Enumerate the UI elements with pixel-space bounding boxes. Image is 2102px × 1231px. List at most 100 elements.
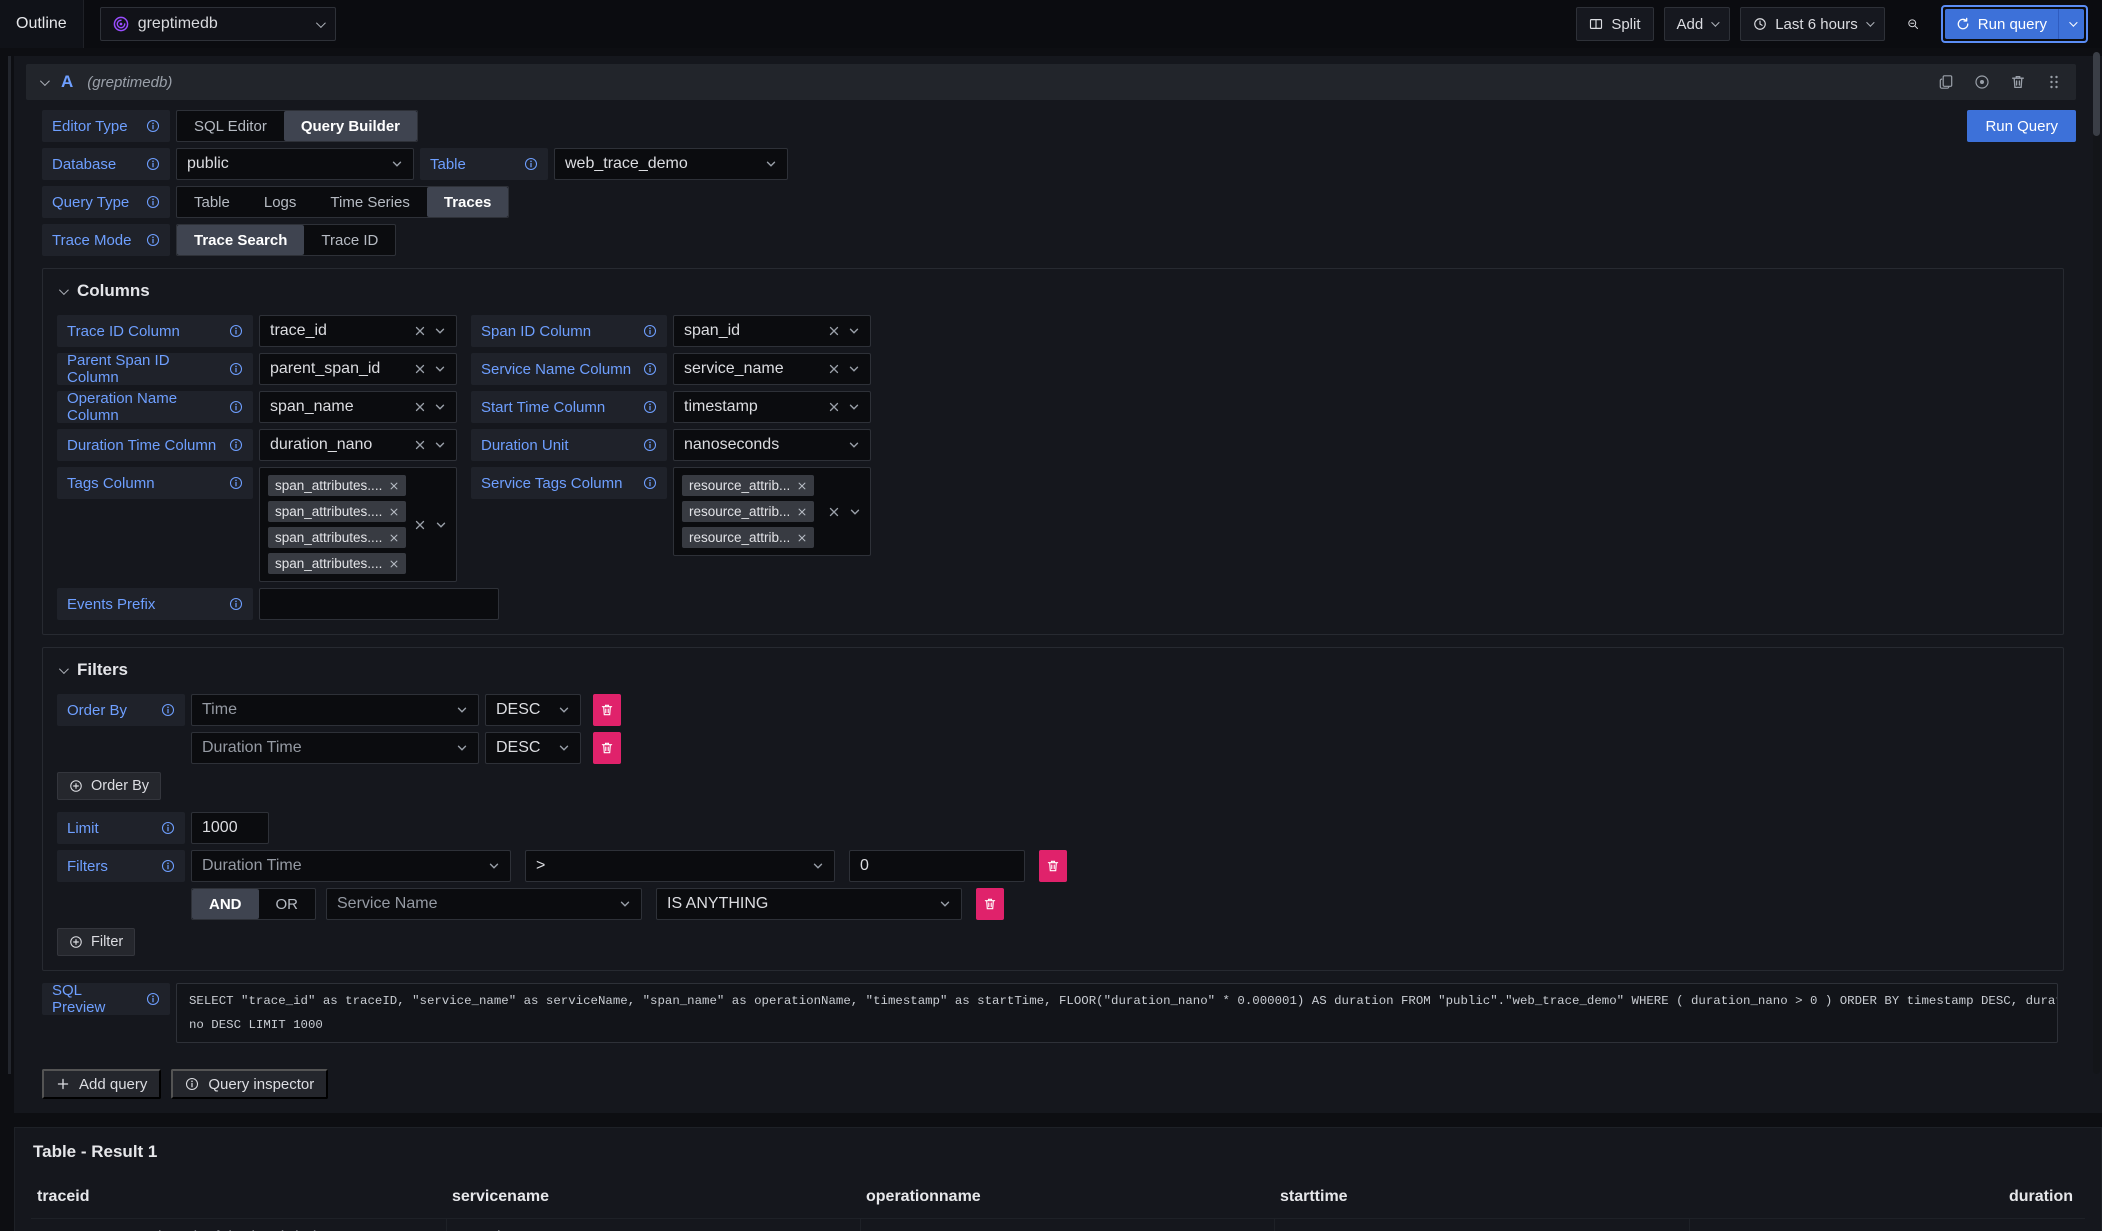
info-icon[interactable] bbox=[524, 157, 538, 171]
info-icon[interactable] bbox=[229, 362, 243, 376]
traceid-link[interactable]: 3768831301ea0d65adaef8b9da1cbded bbox=[31, 1219, 446, 1231]
add-filter-button[interactable]: Filter bbox=[57, 928, 135, 956]
info-icon[interactable] bbox=[161, 821, 175, 835]
info-icon[interactable] bbox=[146, 195, 160, 209]
order-by-field-select[interactable]: Time bbox=[191, 694, 479, 726]
remove-tag-icon[interactable] bbox=[389, 481, 399, 491]
clear-icon[interactable] bbox=[414, 401, 426, 413]
option-logs[interactable]: Logs bbox=[247, 187, 314, 217]
span-id-column-select[interactable]: span_id bbox=[673, 315, 871, 347]
option-trace-id[interactable]: Trace ID bbox=[304, 225, 395, 255]
drag-handle-icon[interactable] bbox=[2046, 74, 2062, 90]
scrollbar[interactable] bbox=[2093, 52, 2100, 1074]
clear-all-icon[interactable] bbox=[828, 506, 840, 518]
run-query-button-inline[interactable]: Run Query bbox=[1967, 110, 2076, 142]
filters-section-header[interactable]: Filters bbox=[59, 660, 2049, 680]
remove-tag-icon[interactable] bbox=[389, 533, 399, 543]
clear-icon[interactable] bbox=[828, 401, 840, 413]
clear-all-icon[interactable] bbox=[414, 519, 426, 531]
info-icon[interactable] bbox=[643, 438, 657, 452]
query-row-header[interactable]: A (greptimedb) bbox=[26, 64, 2076, 100]
delete-query-icon[interactable] bbox=[2010, 74, 2026, 90]
info-icon[interactable] bbox=[161, 703, 175, 717]
run-query-button[interactable]: Run query bbox=[1945, 9, 2058, 39]
duration-unit-select[interactable]: nanoseconds bbox=[673, 429, 871, 461]
filter-field-select[interactable]: Service Name bbox=[326, 888, 642, 920]
info-icon[interactable] bbox=[229, 438, 243, 452]
clear-icon[interactable] bbox=[414, 325, 426, 337]
clear-icon[interactable] bbox=[828, 363, 840, 375]
toggle-visibility-icon[interactable] bbox=[1974, 74, 1990, 90]
filter-field-select[interactable]: Duration Time bbox=[191, 850, 511, 882]
events-prefix-input[interactable] bbox=[259, 588, 499, 620]
columns-section-header[interactable]: Columns bbox=[59, 281, 2049, 301]
duration-time-column-select[interactable]: duration_nano bbox=[259, 429, 457, 461]
clear-icon[interactable] bbox=[414, 363, 426, 375]
scrollbar-thumb[interactable] bbox=[2093, 52, 2100, 136]
option-or[interactable]: OR bbox=[259, 889, 316, 919]
info-icon[interactable] bbox=[229, 324, 243, 338]
order-by-direction-select[interactable]: DESC bbox=[485, 694, 581, 726]
database-select[interactable]: public bbox=[176, 148, 414, 180]
clear-icon[interactable] bbox=[414, 439, 426, 451]
column-header-duration[interactable]: duration bbox=[1689, 1180, 2085, 1219]
trace-id-column-select[interactable]: trace_id bbox=[259, 315, 457, 347]
add-button[interactable]: Add bbox=[1664, 7, 1731, 41]
option-query-builder[interactable]: Query Builder bbox=[284, 111, 417, 141]
info-icon[interactable] bbox=[643, 400, 657, 414]
table-select[interactable]: web_trace_demo bbox=[554, 148, 788, 180]
split-button[interactable]: Split bbox=[1576, 7, 1653, 41]
run-query-interval-caret[interactable] bbox=[2058, 9, 2084, 39]
datasource-picker[interactable]: greptimedb bbox=[100, 7, 336, 41]
column-header-servicename[interactable]: servicename bbox=[446, 1180, 860, 1219]
service-name-column-select[interactable]: service_name bbox=[673, 353, 871, 385]
info-icon[interactable] bbox=[161, 859, 175, 873]
info-icon[interactable] bbox=[643, 476, 657, 490]
remove-tag-icon[interactable] bbox=[797, 507, 807, 517]
add-order-by-button[interactable]: Order By bbox=[57, 772, 161, 800]
operation-name-column-select[interactable]: span_name bbox=[259, 391, 457, 423]
info-icon[interactable] bbox=[146, 119, 160, 133]
info-icon[interactable] bbox=[229, 400, 243, 414]
option-table[interactable]: Table bbox=[177, 187, 247, 217]
tags-column-multiselect[interactable]: span_attributes.... span_attributes.... … bbox=[259, 467, 457, 582]
remove-order-by-button[interactable] bbox=[593, 694, 621, 726]
remove-tag-icon[interactable] bbox=[797, 533, 807, 543]
clear-icon[interactable] bbox=[828, 325, 840, 337]
option-time-series[interactable]: Time Series bbox=[313, 187, 426, 217]
info-icon[interactable] bbox=[146, 157, 160, 171]
option-and[interactable]: AND bbox=[192, 889, 259, 919]
remove-filter-button[interactable] bbox=[976, 888, 1004, 920]
info-icon[interactable] bbox=[229, 597, 243, 611]
filter-value-input[interactable] bbox=[849, 850, 1025, 882]
info-icon[interactable] bbox=[146, 992, 160, 1006]
remove-tag-icon[interactable] bbox=[389, 507, 399, 517]
order-by-field-select[interactable]: Duration Time bbox=[191, 732, 479, 764]
remove-tag-icon[interactable] bbox=[797, 481, 807, 491]
add-query-button[interactable]: Add query bbox=[42, 1069, 161, 1099]
info-icon[interactable] bbox=[146, 233, 160, 247]
remove-filter-button[interactable] bbox=[1039, 850, 1067, 882]
duplicate-query-icon[interactable] bbox=[1938, 74, 1954, 90]
info-icon[interactable] bbox=[643, 324, 657, 338]
order-by-direction-select[interactable]: DESC bbox=[485, 732, 581, 764]
parent-span-id-column-select[interactable]: parent_span_id bbox=[259, 353, 457, 385]
column-header-operationname[interactable]: operationname bbox=[860, 1180, 1274, 1219]
filter-operator-select[interactable]: IS ANYTHING bbox=[656, 888, 962, 920]
service-tags-column-multiselect[interactable]: resource_attrib... resource_attrib... re… bbox=[673, 467, 871, 556]
option-traces[interactable]: Traces bbox=[427, 187, 509, 217]
option-sql-editor[interactable]: SQL Editor bbox=[177, 111, 284, 141]
start-time-column-select[interactable]: timestamp bbox=[673, 391, 871, 423]
filter-operator-select[interactable]: > bbox=[525, 850, 835, 882]
option-trace-search[interactable]: Trace Search bbox=[177, 225, 304, 255]
remove-order-by-button[interactable] bbox=[593, 732, 621, 764]
time-range-picker[interactable]: Last 6 hours bbox=[1740, 7, 1885, 41]
zoom-out-time-button[interactable] bbox=[1895, 7, 1931, 41]
remove-tag-icon[interactable] bbox=[389, 559, 399, 569]
info-icon[interactable] bbox=[643, 362, 657, 376]
column-header-traceid[interactable]: traceid bbox=[31, 1180, 446, 1219]
outline-toggle[interactable]: Outline bbox=[0, 0, 84, 48]
column-header-starttime[interactable]: starttime bbox=[1274, 1180, 1689, 1219]
query-inspector-button[interactable]: Query inspector bbox=[171, 1069, 328, 1099]
limit-input[interactable] bbox=[191, 812, 269, 844]
